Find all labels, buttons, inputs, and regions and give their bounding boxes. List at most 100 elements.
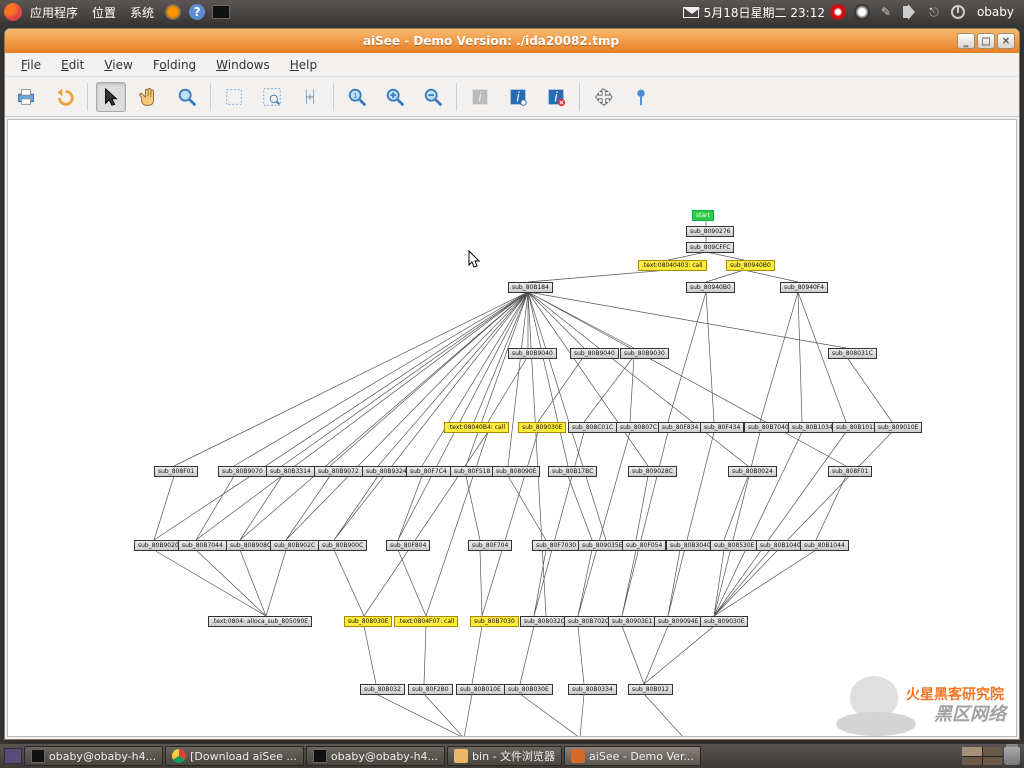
opera-icon[interactable]: [829, 3, 847, 21]
graph-node[interactable]: sub_80B9040: [508, 348, 557, 359]
help-icon[interactable]: ?: [188, 3, 206, 21]
graph-node[interactable]: sub_808F01: [154, 466, 198, 477]
graph-node[interactable]: sub_80B9020: [134, 540, 183, 551]
print-button[interactable]: [11, 82, 41, 112]
graph-node[interactable]: .text:08040403: call: [638, 260, 707, 271]
zoom-fit-button[interactable]: 1: [342, 82, 372, 112]
graph-node[interactable]: sub_808530E: [710, 540, 758, 551]
taskbar-item[interactable]: aiSee - Demo Ver...: [564, 746, 701, 766]
graph-node[interactable]: sub_80F834: [658, 422, 702, 433]
graph-node[interactable]: .text:08040B4: call: [444, 422, 509, 433]
graph-node[interactable]: sub_80B032: [360, 684, 405, 695]
panel-menu-places[interactable]: 位置: [86, 2, 122, 23]
graph-node[interactable]: sub_808090E: [492, 466, 540, 477]
graph-node[interactable]: sub_809CFFC: [686, 242, 734, 253]
graph-node[interactable]: sub_809010E: [874, 422, 922, 433]
panel-menu-apps[interactable]: 应用程序: [24, 2, 84, 23]
graph-node[interactable]: sub_80F518: [450, 466, 494, 477]
graph-node[interactable]: sub_80B9324: [362, 466, 411, 477]
show-desktop-button[interactable]: [4, 748, 22, 764]
graph-node[interactable]: sub_809035E: [578, 540, 626, 551]
graph-node[interactable]: sub_80F7C4: [406, 466, 451, 477]
graph-node[interactable]: .text:0804: alloca_sub_805090E: [208, 616, 312, 627]
taskbar-item[interactable]: obaby@obaby-h4...: [24, 746, 163, 766]
graph-node[interactable]: sub_80940F4: [780, 282, 828, 293]
power-icon[interactable]: [949, 3, 967, 21]
graph-canvas[interactable]: start sub_8090276 sub_809CFFC .text:0804040…: [7, 119, 1017, 737]
graph-node[interactable]: sub_809030E: [518, 422, 566, 433]
graph-node[interactable]: sub_80B010E: [456, 684, 505, 695]
trash-icon[interactable]: [1004, 747, 1020, 765]
graph-node[interactable]: sub_80903E1: [608, 616, 656, 627]
graph-node[interactable]: sub_809028C: [628, 466, 677, 477]
graph-node[interactable]: sub_80B902C: [270, 540, 319, 551]
menu-edit[interactable]: Edit: [51, 55, 94, 75]
window-titlebar[interactable]: aiSee - Demo Version: ./ida20082.tmp _ □…: [5, 29, 1019, 53]
graph-node[interactable]: sub_80B030E: [504, 684, 553, 695]
graph-node[interactable]: sub_80F2B0: [408, 684, 453, 695]
panel-datetime[interactable]: 5月18日星期二 23:12: [704, 4, 825, 21]
graph-node[interactable]: sub_80B012: [628, 684, 673, 695]
ruler-button[interactable]: [295, 82, 325, 112]
graph-node[interactable]: sub_80B9070: [218, 466, 267, 477]
menu-help[interactable]: Help: [280, 55, 327, 75]
graph-node[interactable]: start: [692, 210, 714, 221]
graph-node[interactable]: sub_808030E: [344, 616, 392, 627]
graph-node[interactable]: sub_80F804: [386, 540, 430, 551]
graph-node[interactable]: sub_80B3040: [666, 540, 715, 551]
graph-node[interactable]: sub_80F054: [622, 540, 666, 551]
graph-node[interactable]: sub_8090276: [686, 226, 734, 237]
mail-icon[interactable]: [682, 3, 700, 21]
graph-node[interactable]: sub_808F01: [828, 466, 872, 477]
graph-node[interactable]: sub_80B908C: [226, 540, 275, 551]
window-minimize-button[interactable]: _: [957, 33, 975, 49]
workspace-switcher[interactable]: [962, 747, 1002, 765]
move-button[interactable]: [588, 82, 618, 112]
network-icon[interactable]: ⎋: [925, 3, 943, 21]
graph-node[interactable]: sub_80B17BC: [548, 466, 597, 477]
graph-node[interactable]: sub_80B9072: [314, 466, 363, 477]
menu-file[interactable]: File: [11, 55, 51, 75]
zoom-tool-button[interactable]: [172, 82, 202, 112]
graph-node[interactable]: .text:0804F07: call: [394, 616, 458, 627]
graph-node[interactable]: sub_80807C: [616, 422, 661, 433]
terminal-icon[interactable]: [212, 3, 230, 21]
window-maximize-button[interactable]: □: [977, 33, 995, 49]
notify-icon[interactable]: ✎: [877, 3, 895, 21]
menu-view[interactable]: View: [94, 55, 142, 75]
graph-node[interactable]: sub_80B1034: [788, 422, 837, 433]
menu-windows[interactable]: Windows: [206, 55, 280, 75]
pin-button[interactable]: [626, 82, 656, 112]
graph-node[interactable]: sub_80B9040: [570, 348, 619, 359]
graph-node[interactable]: sub_808C01C: [568, 422, 617, 433]
graph-node[interactable]: sub_808032C: [520, 616, 569, 627]
volume-icon[interactable]: [901, 3, 919, 21]
graph-node[interactable]: sub_80B1044: [800, 540, 849, 551]
graph-node[interactable]: sub_80B7044: [178, 540, 227, 551]
undo-button[interactable]: [49, 82, 79, 112]
graph-node[interactable]: sub_809094E: [654, 616, 702, 627]
zoom-out-button[interactable]: [418, 82, 448, 112]
graph-node[interactable]: sub_80B0334: [568, 684, 617, 695]
info-button[interactable]: i: [503, 82, 533, 112]
graph-node[interactable]: sub_80F434: [700, 422, 744, 433]
window-close-button[interactable]: ✕: [997, 33, 1015, 49]
qq-icon[interactable]: [853, 3, 871, 21]
panel-menu-system[interactable]: 系统: [124, 2, 160, 23]
graph-node[interactable]: sub_80B7040: [744, 422, 793, 433]
taskbar-item[interactable]: obaby@obaby-h4...: [306, 746, 445, 766]
graph-node[interactable]: sub_809030E: [700, 616, 748, 627]
graph-node[interactable]: sub_80B7030: [470, 616, 519, 627]
zoom-in-button[interactable]: [380, 82, 410, 112]
graph-node[interactable]: sub_80F7030: [532, 540, 580, 551]
graph-node[interactable]: sub_80F704: [468, 540, 512, 551]
graph-node[interactable]: sub_80B3314: [266, 466, 315, 477]
taskbar-item[interactable]: bin - 文件浏览器: [447, 746, 562, 766]
rect-select-button[interactable]: [219, 82, 249, 112]
graph-node[interactable]: sub_80B900C: [318, 540, 367, 551]
graph-node[interactable]: sub_80B9030: [620, 348, 669, 359]
graph-node[interactable]: sub_80B184: [508, 282, 553, 293]
graph-node[interactable]: sub_80940B0: [686, 282, 735, 293]
menu-folding[interactable]: Folding: [143, 55, 206, 75]
ubuntu-logo-icon[interactable]: [4, 3, 22, 21]
